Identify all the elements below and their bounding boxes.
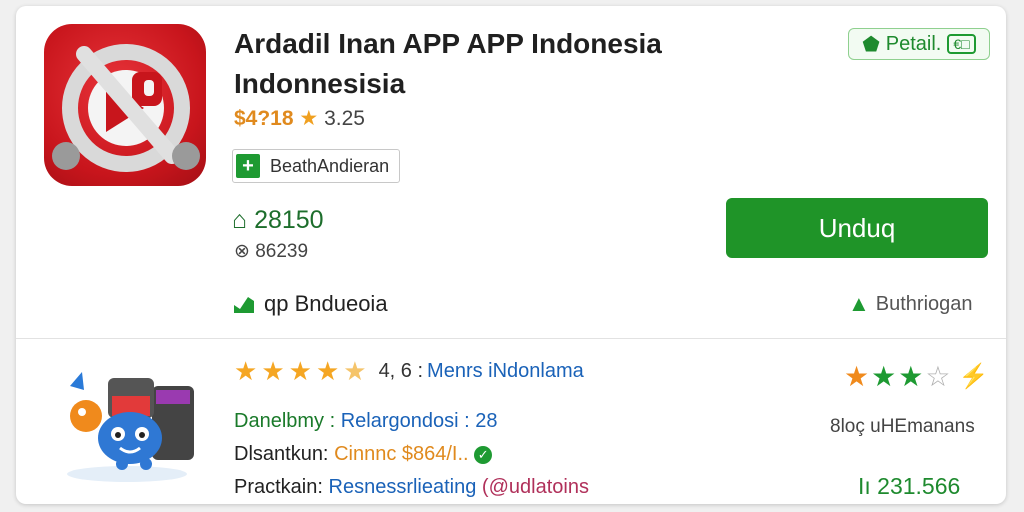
stat-size: ⊗ 86239	[234, 240, 308, 263]
app-title: Ardadil Inan APP APP Indonesia Indonnesi…	[234, 24, 794, 104]
review-rating-link[interactable]: Menrs iNdonlama	[427, 360, 584, 383]
category-tag[interactable]: + BeathAndieran	[232, 149, 401, 183]
robot-illustration	[52, 356, 202, 486]
feature-right[interactable]: ▲ Buthriogan	[848, 291, 973, 317]
detail-line-1: Danelbmy : Relargondosi : 28	[234, 410, 498, 433]
star-icon: ★	[315, 356, 340, 386]
feature-left[interactable]: qp Bndueoia	[232, 291, 388, 317]
chart-up-icon	[234, 297, 254, 313]
star-icon: ★	[844, 361, 870, 392]
star-icon: ★	[288, 356, 312, 386]
detail-line-2-label: Dlsantkun:	[234, 443, 329, 465]
detail-line-1-value: Relargondosi : 28	[340, 410, 498, 432]
detail-line-1-label: Danelbmy :	[234, 410, 336, 432]
app-title-line1: Ardadil Inan APP APP Indonesia	[234, 28, 662, 59]
thumbs-up-icon: ▲	[848, 291, 870, 316]
star-icon: ★	[261, 356, 285, 386]
detail-line-3: Practkain: Resnessrlieating (@udlatoins	[234, 476, 589, 499]
detail-line-3-handle[interactable]: (@udlatoins	[482, 476, 589, 498]
app-price: $4?18	[234, 107, 294, 130]
stat-installs: ⌂ 28150	[232, 206, 324, 235]
plus-icon: +	[236, 154, 260, 178]
review-rating-text: 4, 6 :	[378, 359, 424, 382]
section-divider	[16, 338, 1006, 339]
star-icon: ★	[234, 356, 258, 386]
shield-icon: ⬟	[862, 33, 880, 56]
detail-button-label: Petail.	[885, 32, 942, 55]
app-rating: 3.25	[324, 107, 365, 130]
feature-left-label: qp Bndueoia	[264, 291, 388, 316]
check-icon: ✓	[474, 445, 493, 464]
detail-line-3-label: Practkain:	[234, 476, 323, 498]
home-icon: ⌂	[232, 206, 248, 234]
review-rating-row: ★ ★ ★ ★ ★ 4, 6 : Menrs iNdonlama	[234, 358, 584, 384]
star-empty-icon: ☆	[925, 361, 951, 392]
right-label: 8loç uHEmanans	[830, 416, 975, 437]
app-title-line2: Indonnesisia	[234, 68, 406, 99]
gauge-icon: ⊗	[234, 241, 250, 262]
app-logo-graphic	[52, 44, 200, 172]
price-rating-row: $4?18 ★ 3.25	[234, 106, 365, 131]
category-tag-label: BeathAndieran	[270, 155, 390, 176]
detail-line-2: Dlsantkun: Cinnnc $864/I.. ✓	[234, 443, 493, 466]
download-button[interactable]: Unduq	[726, 198, 988, 258]
detail-line-2-value: Cinnnc $864/I..	[334, 443, 469, 465]
bolt-icon: ⚡	[958, 363, 989, 390]
detail-button[interactable]: ⬟ Petail. €□	[848, 28, 990, 60]
app-icon[interactable]	[44, 24, 206, 186]
feature-right-label: Buthriogan	[875, 292, 973, 315]
stat-size-value: 86239	[255, 241, 309, 262]
star-icon: ★	[898, 361, 924, 392]
right-number: Iı 231.566	[858, 473, 961, 499]
detail-line-3-value[interactable]: Resnessrlieating	[329, 476, 477, 498]
stat-installs-value: 28150	[254, 206, 324, 234]
star-half-icon: ★	[343, 356, 367, 386]
detail-chip: €□	[947, 34, 976, 54]
app-card: Ardadil Inan APP APP Indonesia Indonnesi…	[16, 6, 1006, 504]
star-icon: ★	[299, 107, 319, 130]
right-star-rating: ★ ★ ★ ☆ ⚡	[844, 360, 988, 393]
star-icon: ★	[871, 361, 897, 392]
